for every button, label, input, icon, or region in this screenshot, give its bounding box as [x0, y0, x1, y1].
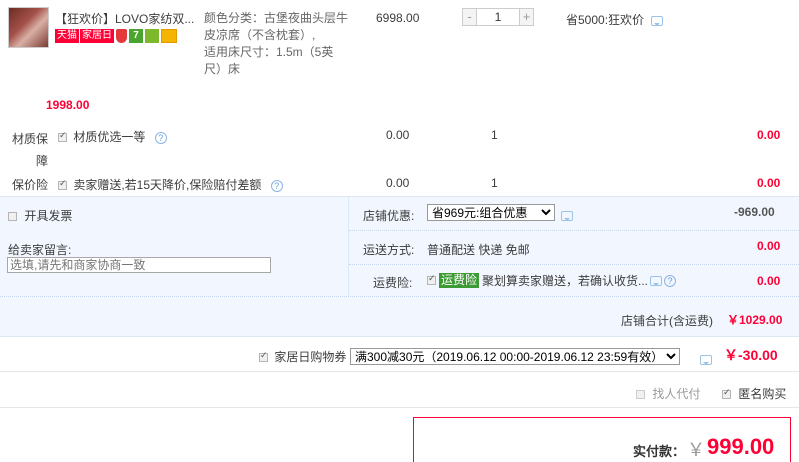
freight-insurance-checkbox[interactable] [427, 273, 436, 285]
anonymous-label: 匿名购买 [738, 387, 787, 401]
proxy-pay-option[interactable]: 找人代付 [636, 385, 700, 402]
freight-insurance-label: 运费险: [373, 276, 413, 290]
chat-icon[interactable] [650, 275, 663, 286]
quantity-stepper[interactable]: - + [462, 8, 534, 26]
shipping-value: 普通配送 快递 免邮 [427, 243, 530, 257]
coupon-checkbox[interactable] [259, 350, 268, 363]
row-separator [349, 264, 799, 265]
payment-amount: 999.00 [707, 434, 775, 459]
invoice-checkbox[interactable] [8, 212, 17, 222]
service-checkbox[interactable] [58, 178, 67, 191]
help-icon[interactable]: ? [270, 179, 283, 192]
seller-message-input[interactable] [7, 257, 271, 273]
credit-card-icon [161, 29, 177, 43]
service-qty: 1 [491, 128, 498, 142]
freight-insurance-text: 聚划算卖家赠送，若确认收货... [482, 274, 649, 288]
proxy-pay-checkbox[interactable] [636, 390, 645, 400]
service-option[interactable]: 材质优选一等 ? [58, 128, 167, 145]
sku-attributes: 颜色分类：古堡夜曲头层牛 皮凉席（不含枕套）, 适用床尺寸：1.5m（5英 尺）… [204, 10, 348, 78]
product-thumbnail[interactable] [8, 7, 49, 48]
coupon-label: 家居日购物券 [274, 350, 347, 364]
anonymous-option[interactable]: 匿名购买 [722, 385, 786, 402]
service-name: 保价险 [12, 178, 49, 192]
shop-total-amount: ￥1029.00 [727, 313, 783, 327]
shipping-label: 运送方式: [363, 243, 415, 257]
product-title[interactable]: 【狂欢价】LOVO家纺双... [55, 10, 194, 27]
sku-line: 尺）床 [204, 62, 241, 76]
item-subtotal: 1998.00 [46, 98, 90, 112]
service-name-line: 材质保 [12, 132, 49, 146]
row-separator [349, 230, 799, 231]
freight-insurance-tag: 运费险 [439, 273, 480, 288]
help-icon[interactable]: ? [154, 131, 167, 144]
payment-label: 实付款： [633, 444, 686, 459]
shop-discount-amount: -969.00 [734, 205, 775, 219]
help-icon[interactable]: ? [664, 274, 677, 287]
service-price: 0.00 [386, 128, 410, 142]
product-badges: 天猫 家居日 7 [55, 29, 177, 43]
chat-icon[interactable] [700, 354, 713, 365]
sku-line: 皮凉席（不含枕套）, [204, 28, 316, 42]
proxy-pay-label: 找人代付 [652, 387, 701, 401]
quantity-input[interactable] [477, 8, 519, 26]
service-option-label: 卖家赠送,若15天降价,保险赔付差额 [73, 178, 262, 192]
tmall-badge: 天猫 [55, 29, 79, 43]
service-name: 材质保 障 [12, 128, 48, 172]
band-divider [348, 196, 349, 296]
promo-label: 省5000:狂欢价 [566, 13, 645, 27]
invoice-label: 开具发票 [24, 209, 73, 223]
shipping-amount: 0.00 [757, 239, 781, 253]
freight-insurance-amount: 0.00 [757, 274, 781, 288]
anonymous-checkbox[interactable] [722, 387, 731, 400]
service-total: 0.00 [757, 128, 781, 142]
coupon-option[interactable]: 家居日购物券 [259, 348, 346, 365]
payment-currency: ￥ [687, 440, 705, 460]
sku-line: 适用床尺寸：1.5m（5英 [204, 45, 334, 59]
service-name-line: 障 [36, 154, 49, 168]
service-option-label: 材质优选一等 [73, 130, 146, 144]
seven-day-return-icon: 7 [129, 29, 143, 43]
service-checkbox[interactable] [58, 130, 67, 143]
guarantee-icon [145, 29, 159, 43]
invoice-option[interactable]: 开具发票 [8, 207, 72, 224]
sku-line: 颜色分类：古堡夜曲头层牛 [204, 11, 349, 25]
quantity-decrease-button[interactable]: - [462, 8, 477, 26]
chat-icon[interactable] [561, 210, 573, 221]
service-price: 0.00 [386, 176, 410, 190]
shop-total-label: 店铺合计(含运费) [621, 314, 713, 328]
promo-text: 省5000:狂欢价 [566, 11, 664, 28]
home-day-badge: 家居日 [79, 29, 114, 43]
seller-message-label: 给卖家留言: [8, 243, 72, 257]
freight-insurance-option[interactable]: 运费险 聚划算卖家赠送，若确认收货... ? [427, 272, 677, 289]
shop-discount-label: 店铺优惠: [363, 209, 415, 223]
row-separator [0, 296, 799, 297]
shield-icon [116, 29, 127, 43]
quantity-increase-button[interactable]: + [519, 8, 534, 26]
coupon-amount: ￥-30.00 [724, 347, 778, 363]
service-qty: 1 [491, 176, 498, 190]
chat-icon[interactable] [651, 15, 664, 26]
coupon-select[interactable]: 满300减30元（2019.06.12 00:00-2019.06.12 23:… [350, 348, 680, 365]
shop-discount-select[interactable]: 省969元:组合优惠 [427, 204, 555, 221]
service-option[interactable]: 卖家赠送,若15天降价,保险赔付差额 ? [58, 176, 283, 193]
service-total: 0.00 [757, 176, 781, 190]
unit-price: 6998.00 [376, 11, 420, 25]
